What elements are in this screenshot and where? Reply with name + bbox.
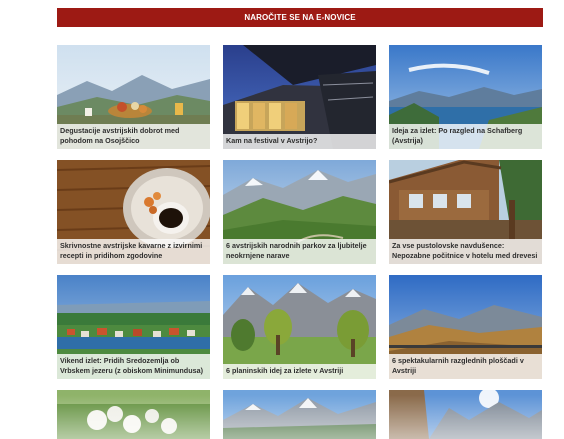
snowy-peaks-forest-image (223, 390, 376, 439)
article-card-schafberg[interactable]: Ideja za izlet: Po razgled na Schafberg … (389, 45, 542, 149)
article-title: Kam na festival v Avstrijo? (223, 134, 376, 149)
article-card-row4-3[interactable] (389, 390, 542, 439)
rock-peaks-sunburst-image (389, 390, 542, 439)
newsletter-signup-banner[interactable]: NAROČITE SE NA E-NOVICE (57, 8, 543, 27)
article-card-planinske-ideje[interactable]: 6 planinskih idej za izlete v Avstriji (223, 275, 376, 379)
article-card-row4-1[interactable] (57, 390, 210, 439)
article-card-razgledne-ploscadi[interactable]: 6 spektakularnih razglednih ploščadi v A… (389, 275, 542, 379)
article-card-festival[interactable]: Kam na festival v Avstrijo? (223, 45, 376, 149)
article-title: Ideja za izlet: Po razgled na Schafberg … (389, 124, 542, 149)
article-title: 6 spektakularnih razglednih ploščadi v A… (389, 354, 542, 379)
article-title: Skrivnostne avstrijske kavarne z izvirni… (57, 239, 210, 264)
article-card-osojscica[interactable]: Degustacije avstrijskih dobrot med pohod… (57, 45, 210, 149)
article-card-kavarne[interactable]: Skrivnostne avstrijske kavarne z izvirni… (57, 160, 210, 264)
article-card-row4-2[interactable] (223, 390, 376, 439)
article-title: 6 planinskih idej za izlete v Avstriji (223, 364, 376, 379)
article-title: Za vse pustolovske navdušence: Nepozabne… (389, 239, 542, 264)
article-card-hotel-med-drevesi[interactable]: Za vse pustolovske navdušence: Nepozabne… (389, 160, 542, 264)
article-card-narodni-parki[interactable]: 6 avstrijskih narodnih parkov za ljubite… (223, 160, 376, 264)
article-title: Vikend izlet: Pridih Sredozemlja ob Vrbs… (57, 354, 210, 379)
article-title: Degustacije avstrijskih dobrot med pohod… (57, 124, 210, 149)
article-title: 6 avstrijskih narodnih parkov za ljubite… (223, 239, 376, 264)
white-flowers-meadow-image (57, 390, 210, 439)
article-card-vrbsko-jezero[interactable]: Vikend izlet: Pridih Sredozemlja ob Vrbs… (57, 275, 210, 379)
